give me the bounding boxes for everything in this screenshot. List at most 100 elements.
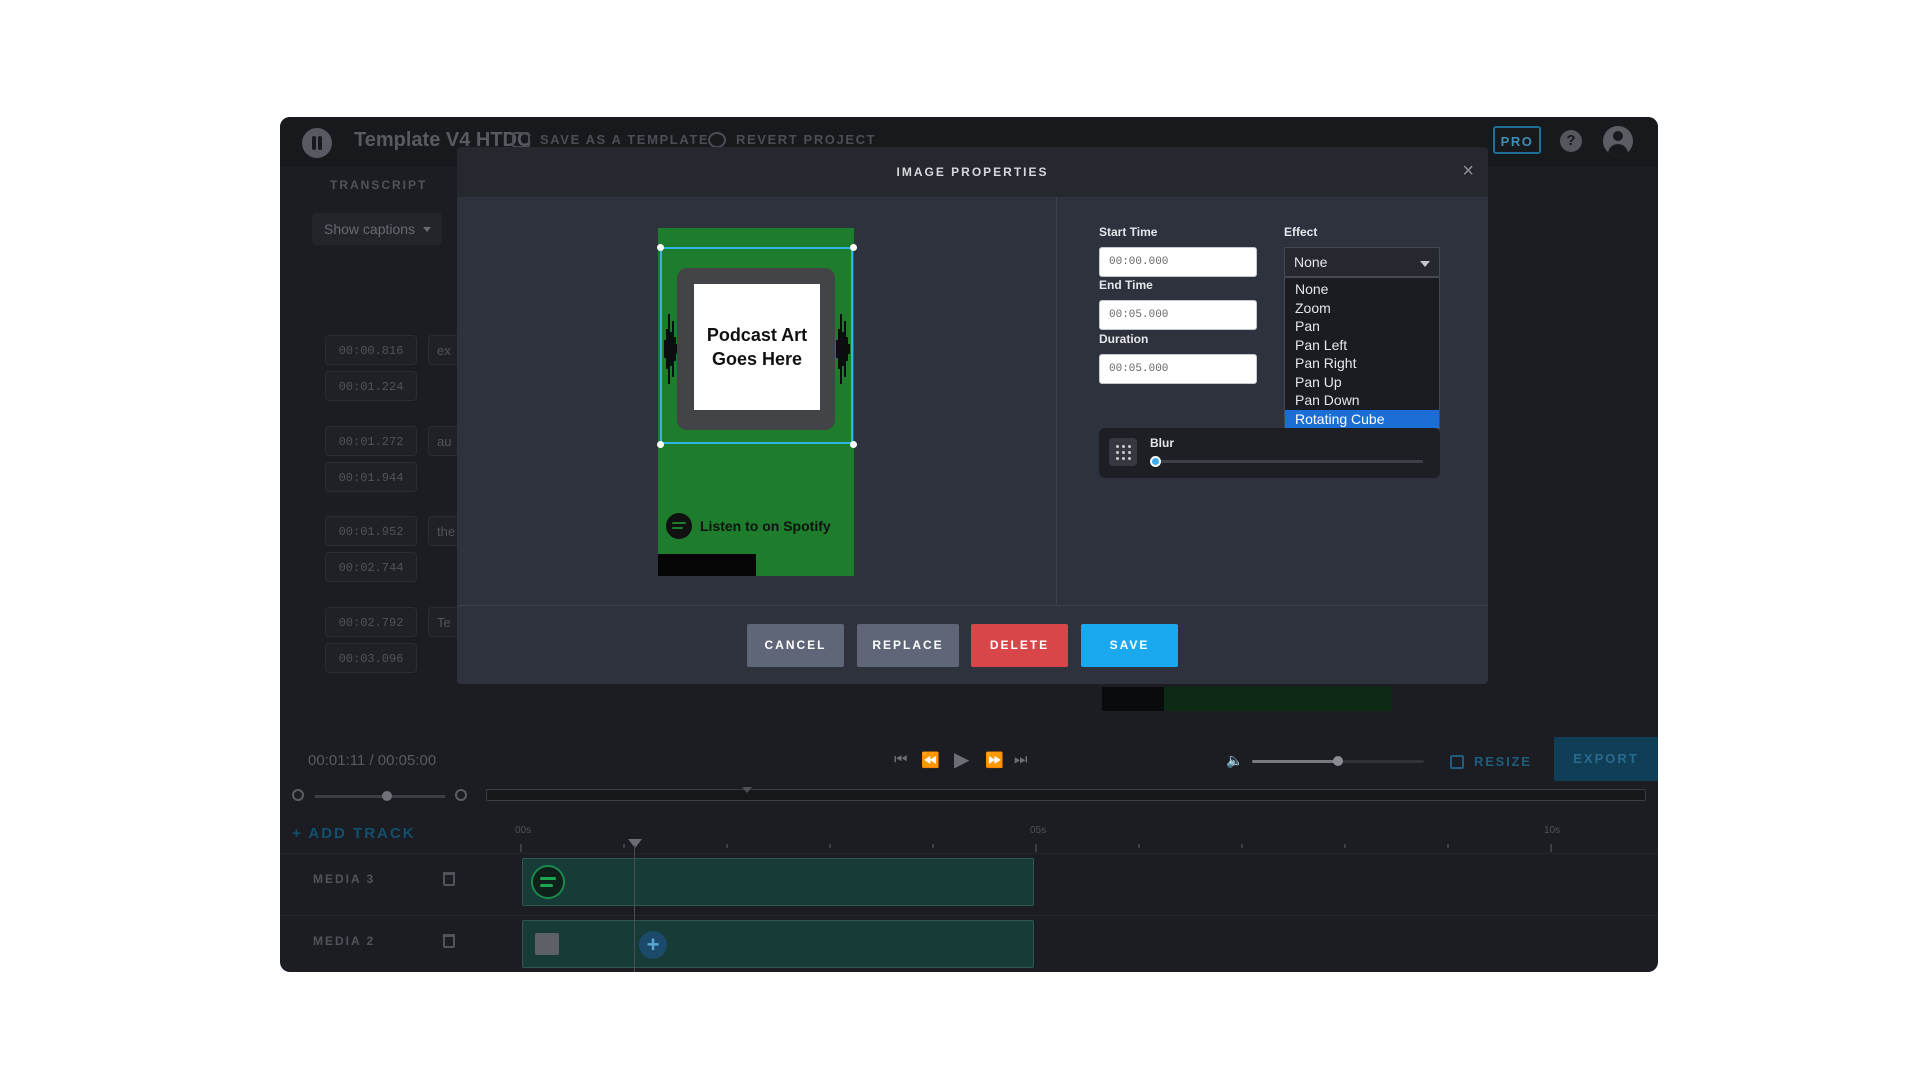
segment-end-time[interactable]: 00:01.944 [325,462,417,492]
revert-project-button[interactable]: REVERT PROJECT [708,132,876,148]
effect-option-none[interactable]: None [1285,280,1439,299]
preview-bottom-bar [658,554,756,576]
delete-button[interactable]: DELETE [971,624,1068,667]
chevron-down-icon [1420,261,1430,267]
listen-on-spotify: Listen to on Spotify [666,513,831,539]
skip-to-start-icon[interactable]: ⏮ [894,751,908,768]
user-avatar-icon[interactable] [1603,126,1633,156]
ruler-tick [1035,844,1037,852]
volume-slider-handle[interactable] [1333,756,1343,766]
ruler-tick [1344,844,1346,848]
end-time-label: End Time [1099,278,1153,292]
trash-icon[interactable] [443,872,455,886]
timeline-zoom-slider[interactable] [315,791,445,801]
revert-icon [708,132,726,148]
track-media-3: MEDIA 3 [280,853,1658,910]
help-icon[interactable]: ? [1560,130,1582,152]
revert-project-label: REVERT PROJECT [736,132,877,147]
ruler-tick [1241,844,1243,848]
effect-option-pan-up[interactable]: Pan Up [1285,373,1439,392]
skip-to-end-icon[interactable]: ⏭ [1014,751,1028,768]
show-captions-dropdown[interactable]: Show captions [312,213,442,245]
blur-icon [1109,438,1137,466]
playhead [634,845,635,972]
effect-option-pan-down[interactable]: Pan Down [1285,391,1439,410]
scrubber-marker-icon [742,787,752,793]
track-name: MEDIA 2 [313,934,376,948]
cancel-button[interactable]: CANCEL [747,624,844,667]
image-icon [535,933,559,955]
volume-slider[interactable] [1252,756,1424,766]
media-clip-spotify[interactable] [522,858,1034,906]
show-captions-label: Show captions [324,221,416,237]
export-button[interactable]: EXPORT [1554,737,1658,781]
segment-end-time[interactable]: 00:01.224 [325,371,417,401]
track-name: MEDIA 3 [313,872,376,886]
video-preview-strip [1102,687,1392,711]
play-icon[interactable]: ▶ [954,747,969,772]
duration-input[interactable]: 00:05.000 [1099,354,1257,384]
blur-slider-handle[interactable] [1150,456,1161,467]
modal-footer-divider [457,605,1488,606]
modal-title: IMAGE PROPERTIES [896,165,1049,179]
end-time-input[interactable]: 00:05.000 [1099,300,1257,330]
close-icon[interactable]: × [1462,160,1474,183]
effect-label: Effect [1284,225,1318,239]
rewind-icon[interactable]: ⏪ [921,751,940,769]
timeline-zoom-handle[interactable] [381,791,392,801]
effect-option-pan-left[interactable]: Pan Left [1285,336,1439,355]
resize-icon [1450,755,1464,769]
timeline-scrubber[interactable] [486,787,1646,801]
trash-icon[interactable] [443,934,455,948]
blur-label: Blur [1150,436,1174,450]
ruler-tick [932,844,934,848]
duration-label: Duration [1099,332,1149,346]
effect-select[interactable]: None [1284,247,1440,277]
resize-handle-bottom-right[interactable] [850,441,857,448]
segment-start-time[interactable]: 00:00.816 [325,335,417,365]
segment-end-time[interactable]: 00:03.096 [325,643,417,673]
zoom-in-icon[interactable] [455,789,467,801]
effect-option-rotating-cube[interactable]: Rotating Cube [1285,409,1439,428]
image-properties-modal: IMAGE PROPERTIES × Podcast Art Goes Here… [457,147,1488,684]
save-as-template-label: SAVE AS A TEMPLATE [540,132,710,147]
segment-start-time[interactable]: 00:02.792 [325,607,417,637]
start-time-input[interactable]: 00:00.000 [1099,247,1257,277]
selection-box[interactable] [660,247,853,444]
blur-slider[interactable] [1150,456,1423,467]
ruler-label: 10s [1544,825,1561,836]
volume-slider-fill [1252,760,1338,763]
ruler-tick [623,844,625,848]
effect-option-pan-right[interactable]: Pan Right [1285,354,1439,373]
template-icon [512,132,530,148]
add-keyframe-icon[interactable]: + [639,931,667,959]
app-logo-icon[interactable] [302,128,332,158]
resize-handle-top-left[interactable] [657,244,664,251]
playhead-handle-icon[interactable] [628,839,642,848]
effect-selected-value: None [1294,254,1328,270]
save-button[interactable]: SAVE [1081,624,1178,667]
segment-start-time[interactable]: 00:01.952 [325,516,417,546]
pro-badge[interactable]: PRO [1493,126,1541,154]
save-as-template-button[interactable]: SAVE AS A TEMPLATE [512,132,709,148]
add-track-button[interactable]: + ADD TRACK [292,825,416,842]
ruler-tick [520,844,522,852]
transcript-tab[interactable]: TRANSCRIPT [330,178,427,192]
ruler-label: 00s [515,825,532,836]
ruler-tick [1550,844,1552,852]
fast-forward-icon[interactable]: ⏩ [985,751,1004,769]
modal-divider [1056,197,1057,605]
resize-label: RESIZE [1474,754,1532,769]
effect-option-pan[interactable]: Pan [1285,317,1439,336]
segment-end-time[interactable]: 00:02.744 [325,552,417,582]
modal-header: IMAGE PROPERTIES × [457,147,1488,197]
effect-option-zoom[interactable]: Zoom [1285,299,1439,318]
volume-icon[interactable]: 🔈 [1226,752,1243,768]
resize-handle-bottom-left[interactable] [657,441,664,448]
resize-button[interactable]: RESIZE [1450,754,1532,769]
segment-start-time[interactable]: 00:01.272 [325,426,417,456]
zoom-out-icon[interactable] [292,789,304,801]
media-clip-image[interactable]: + [522,920,1034,968]
resize-handle-top-right[interactable] [850,244,857,251]
replace-button[interactable]: REPLACE [857,624,959,667]
